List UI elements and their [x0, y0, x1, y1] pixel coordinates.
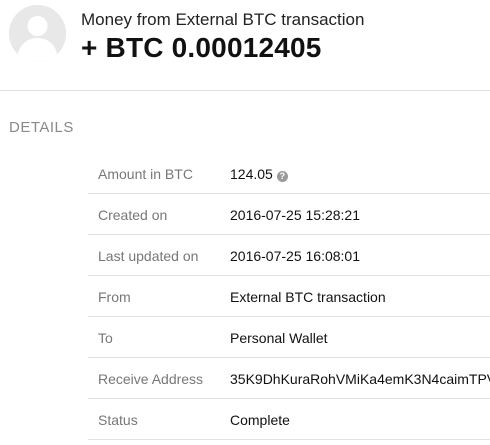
avatar	[9, 5, 66, 62]
detail-row-status: Status Complete	[88, 399, 490, 440]
detail-label: Receive Address	[98, 371, 204, 387]
detail-value: Personal Wallet	[230, 330, 328, 346]
detail-row-from: From External BTC transaction	[88, 276, 490, 317]
detail-label: From	[98, 289, 131, 305]
detail-value: 2016-07-25 16:08:01	[230, 248, 360, 264]
detail-label: Status	[98, 412, 138, 428]
detail-row-to: To Personal Wallet	[88, 317, 490, 358]
detail-label: Amount in BTC	[98, 166, 193, 182]
transaction-subtitle: Money from External BTC transaction	[81, 10, 365, 29]
transaction-header: Money from External BTC transaction + BT…	[0, 0, 490, 90]
detail-row-receive-address: Receive Address 35K9DhKuraRohVMiKa4emK3N…	[88, 358, 490, 399]
details-section-title: DETAILS	[9, 119, 74, 136]
user-silhouette-icon	[9, 5, 66, 62]
header-divider	[0, 90, 490, 91]
detail-label: To	[98, 330, 113, 346]
detail-value: External BTC transaction	[230, 289, 386, 305]
detail-value: 124.05?	[230, 166, 288, 182]
details-list: Amount in BTC 124.05? Created on 2016-07…	[88, 153, 490, 440]
receive-address-value[interactable]: 35K9DhKuraRohVMiKa4emK3N4caimTPV	[230, 371, 490, 387]
detail-row-created: Created on 2016-07-25 15:28:21	[88, 194, 490, 235]
amount-value: 124.05	[230, 166, 273, 182]
detail-label: Created on	[98, 207, 168, 223]
status-value: Complete	[230, 412, 290, 428]
detail-row-updated: Last updated on 2016-07-25 16:08:01	[88, 235, 490, 276]
help-icon[interactable]: ?	[276, 171, 288, 182]
transaction-detail-page: Money from External BTC transaction + BT…	[0, 0, 490, 445]
detail-value: 2016-07-25 15:28:21	[230, 207, 360, 223]
detail-row-amount: Amount in BTC 124.05?	[88, 153, 490, 194]
transaction-amount: + BTC 0.00012405	[81, 32, 322, 63]
detail-label: Last updated on	[98, 248, 199, 264]
